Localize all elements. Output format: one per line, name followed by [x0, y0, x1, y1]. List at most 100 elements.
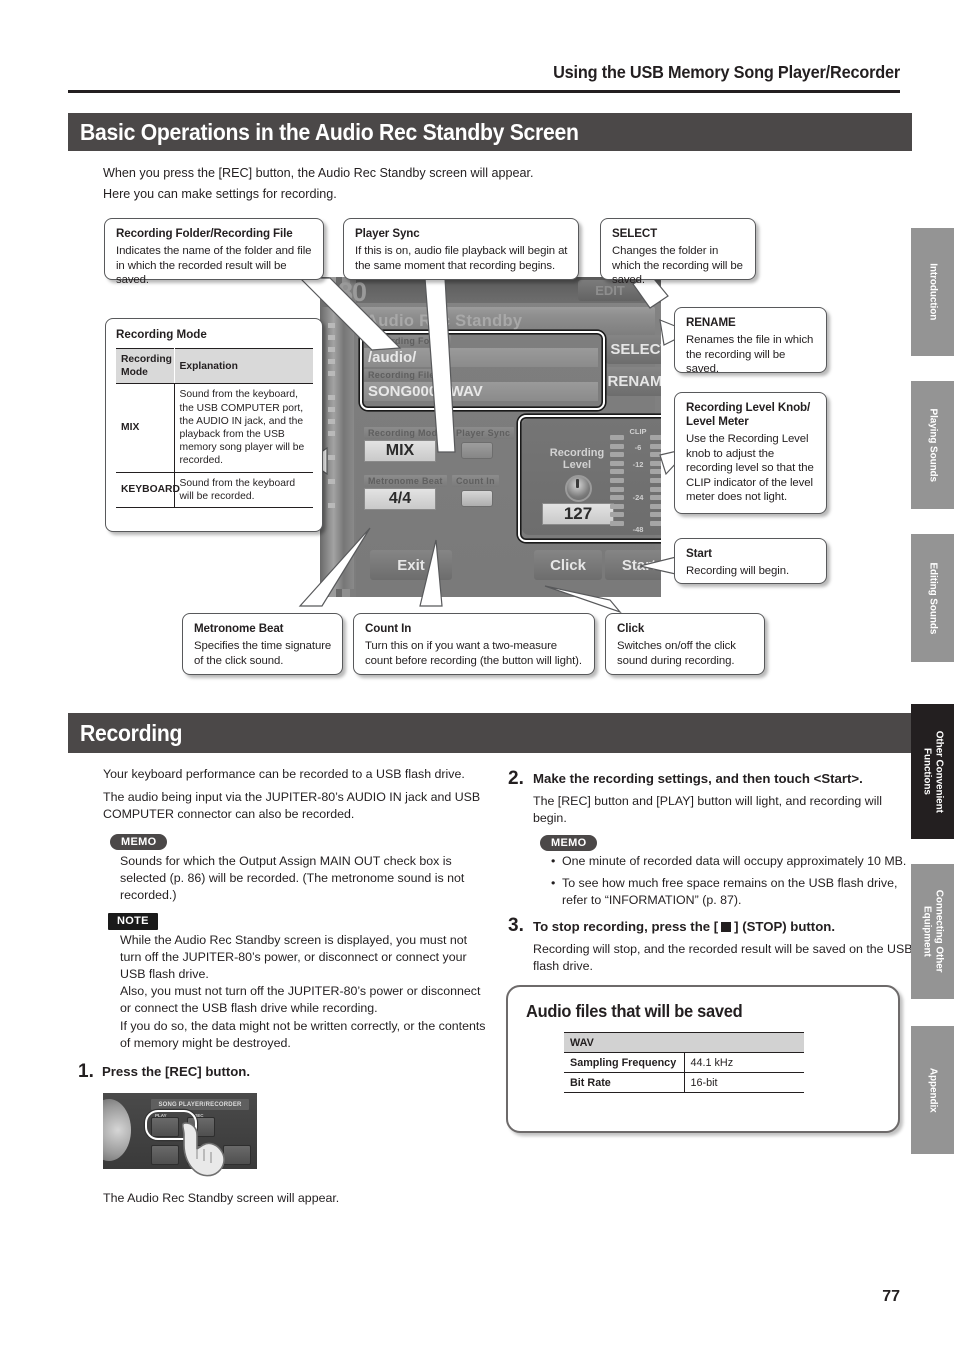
sidebar-tab-label: Introduction [927, 263, 939, 321]
table-row: KEYBOARD Sound from the keyboard will be… [116, 472, 313, 509]
click-button[interactable]: Click [534, 550, 602, 580]
column-header-explanation: Explanation [174, 347, 313, 385]
section-heading-recording-label: Recording [80, 719, 183, 746]
sidebar-tab-introduction[interactable]: Introduction [911, 228, 954, 356]
sidebar-tab-playing-sounds[interactable]: Playing Sounds [911, 381, 954, 509]
step-2-bullet-1-text: One minute of recorded data will occupy … [562, 854, 907, 868]
sidebar-tab-appendix[interactable]: Appendix [911, 1026, 954, 1154]
meter-label-6: -6 [634, 443, 642, 452]
sidebar-tab-connecting-other-equipment[interactable]: Connecting Other Equipment [911, 864, 954, 999]
sidebar-tab-label: Editing Sounds [927, 562, 939, 634]
screen-title: Audio Rec Standby [366, 312, 523, 330]
callout-title: Player Sync [355, 227, 420, 240]
recording-level-group: Recording Level 127 CLIP -6 -12 -24 -48 [522, 419, 661, 535]
rail-tick [328, 371, 335, 376]
rail-tick [328, 323, 335, 328]
callout-body: Renames the file in which the recording … [686, 334, 814, 375]
rail-tick [328, 479, 335, 484]
sidebar-tab-label: Other Convenient Functions [921, 730, 945, 813]
table-header-row: Recording Mode Explanation [116, 347, 313, 385]
recording-folder-value[interactable]: /audio/ [364, 348, 598, 367]
recording-level-label: Recording Level [538, 447, 616, 471]
cell-key: Sampling Frequency [564, 1052, 685, 1073]
pitch-bend-wheel [103, 1099, 131, 1161]
header-rule [68, 90, 900, 93]
callout-start: Start Recording will begin. [674, 538, 827, 584]
exit-button[interactable]: Exit [370, 550, 452, 580]
callout-title: Metronome Beat [194, 622, 284, 635]
callout-title: Count In [365, 622, 412, 635]
metronome-beat-value[interactable]: 4/4 [364, 488, 436, 510]
audio-files-card-title: Audio files that will be saved [526, 1001, 880, 1022]
rail-tick [328, 419, 335, 424]
rail-tick [328, 395, 335, 400]
rail-tick [328, 359, 335, 364]
stop-square-icon [721, 922, 732, 932]
running-head: Using the USB Memory Song Player/Recorde… [553, 62, 900, 82]
start-button[interactable]: Start [605, 550, 661, 580]
bullet-marker: • [551, 876, 556, 890]
step-3-title-pre: To stop recording, press the [ [533, 919, 719, 934]
callout-player-sync: Player Sync If this is on, audio file pl… [343, 218, 579, 280]
player-sync-toggle[interactable] [461, 442, 493, 459]
cell-mode: KEYBOARD [116, 472, 180, 509]
step-3-number: 3. [508, 915, 524, 936]
sidebar-tab-other-convenient-functions[interactable]: Other Convenient Functions [911, 704, 954, 839]
recording-level-value: 127 [542, 503, 614, 525]
callout-select: SELECT Changes the folder in which the r… [600, 218, 756, 286]
section-heading-recording: Recording [68, 713, 912, 753]
recording-mode-card-title: Recording Mode [116, 328, 207, 341]
step-1-number: 1. [78, 1061, 94, 1082]
sidebar-tab-label: Playing Sounds [927, 408, 939, 482]
callout-body: Switches on/off the click sound during r… [617, 640, 736, 667]
callout-click: Click Switches on/off the click sound du… [605, 613, 765, 675]
step-3-title: To stop recording, press the [ ] (STOP) b… [533, 918, 923, 935]
callout-title: RENAME [686, 316, 736, 329]
section-heading-basic-operations-label: Basic Operations in the Audio Rec Standb… [80, 118, 579, 145]
recording-folder-label: Recording Folder [364, 335, 452, 347]
memo-badge-label: MEMO [540, 835, 598, 851]
step-3-title-post: ] (STOP) button. [734, 919, 835, 934]
column-header-format: WAV [564, 1032, 804, 1053]
recording-level-label-line1: Recording [549, 447, 605, 459]
note-badge: NOTE [108, 911, 158, 930]
step-2-number: 2. [508, 768, 524, 789]
cell-value: 16-bit [684, 1072, 804, 1093]
step-3-body: Recording will stop, and the recorded re… [533, 942, 913, 974]
callout-title: Recording Level Knob/ Level Meter [686, 401, 811, 428]
memo-badge-left: MEMO [110, 832, 168, 850]
step-2-bullet-2-text: To see how much free space remains on th… [562, 876, 898, 908]
level-meter: CLIP -6 -12 -24 -48 [610, 425, 661, 534]
note-paragraph-2: Also, you must not turn off the JUPITER-… [120, 984, 481, 1016]
transport-button-1[interactable] [151, 1145, 179, 1165]
device-side-rail [320, 307, 354, 589]
recording-level-knob[interactable] [565, 475, 592, 502]
song-player-recorder-label: SONG PLAYER/RECORDER [151, 1099, 249, 1110]
callout-body: If this is on, audio file playback will … [355, 245, 568, 272]
note-paragraph-3: If you do so, the data might not be writ… [120, 1019, 486, 1051]
callout-title: Recording Folder/Recording File [116, 227, 293, 240]
recording-file-value[interactable]: SONG0001.WAV [364, 382, 598, 401]
callout-recording-level: Recording Level Knob/ Level Meter Use th… [674, 392, 827, 514]
audio-files-table: WAV Sampling Frequency 44.1 kHz Bit Rate… [564, 1032, 804, 1093]
audio-files-card-title-label: Audio files that will be saved [526, 1001, 743, 1021]
recording-file-label: Recording File [364, 369, 439, 381]
rail-tick [328, 431, 335, 436]
step-2-title: Make the recording settings, and then to… [533, 771, 863, 786]
rename-button[interactable]: RENAME [606, 367, 661, 396]
table-row: Sampling Frequency 44.1 kHz [564, 1052, 804, 1073]
cell-explanation: Sound from the keyboard, the USB COMPUTE… [174, 383, 313, 473]
table-header-row: WAV [564, 1032, 804, 1053]
cell-explanation: Sound from the keyboard will be recorded… [174, 472, 313, 509]
sidebar-tab-editing-sounds[interactable]: Editing Sounds [911, 534, 954, 662]
rail-tick [328, 407, 335, 412]
callout-rename: RENAME Renames the file in which the rec… [674, 307, 827, 375]
recording-mode-label: Recording Mode [364, 427, 447, 439]
select-button[interactable]: SELECT [606, 335, 661, 364]
meter-label-24: -24 [632, 493, 644, 502]
meter-label-12: -12 [632, 460, 644, 469]
recording-mode-value[interactable]: MIX [364, 440, 436, 462]
count-in-toggle[interactable] [461, 490, 493, 507]
step-1-after-text: The Audio Rec Standby screen will appear… [103, 1191, 340, 1205]
callout-metronome-beat: Metronome Beat Specifies the time signat… [182, 613, 343, 675]
